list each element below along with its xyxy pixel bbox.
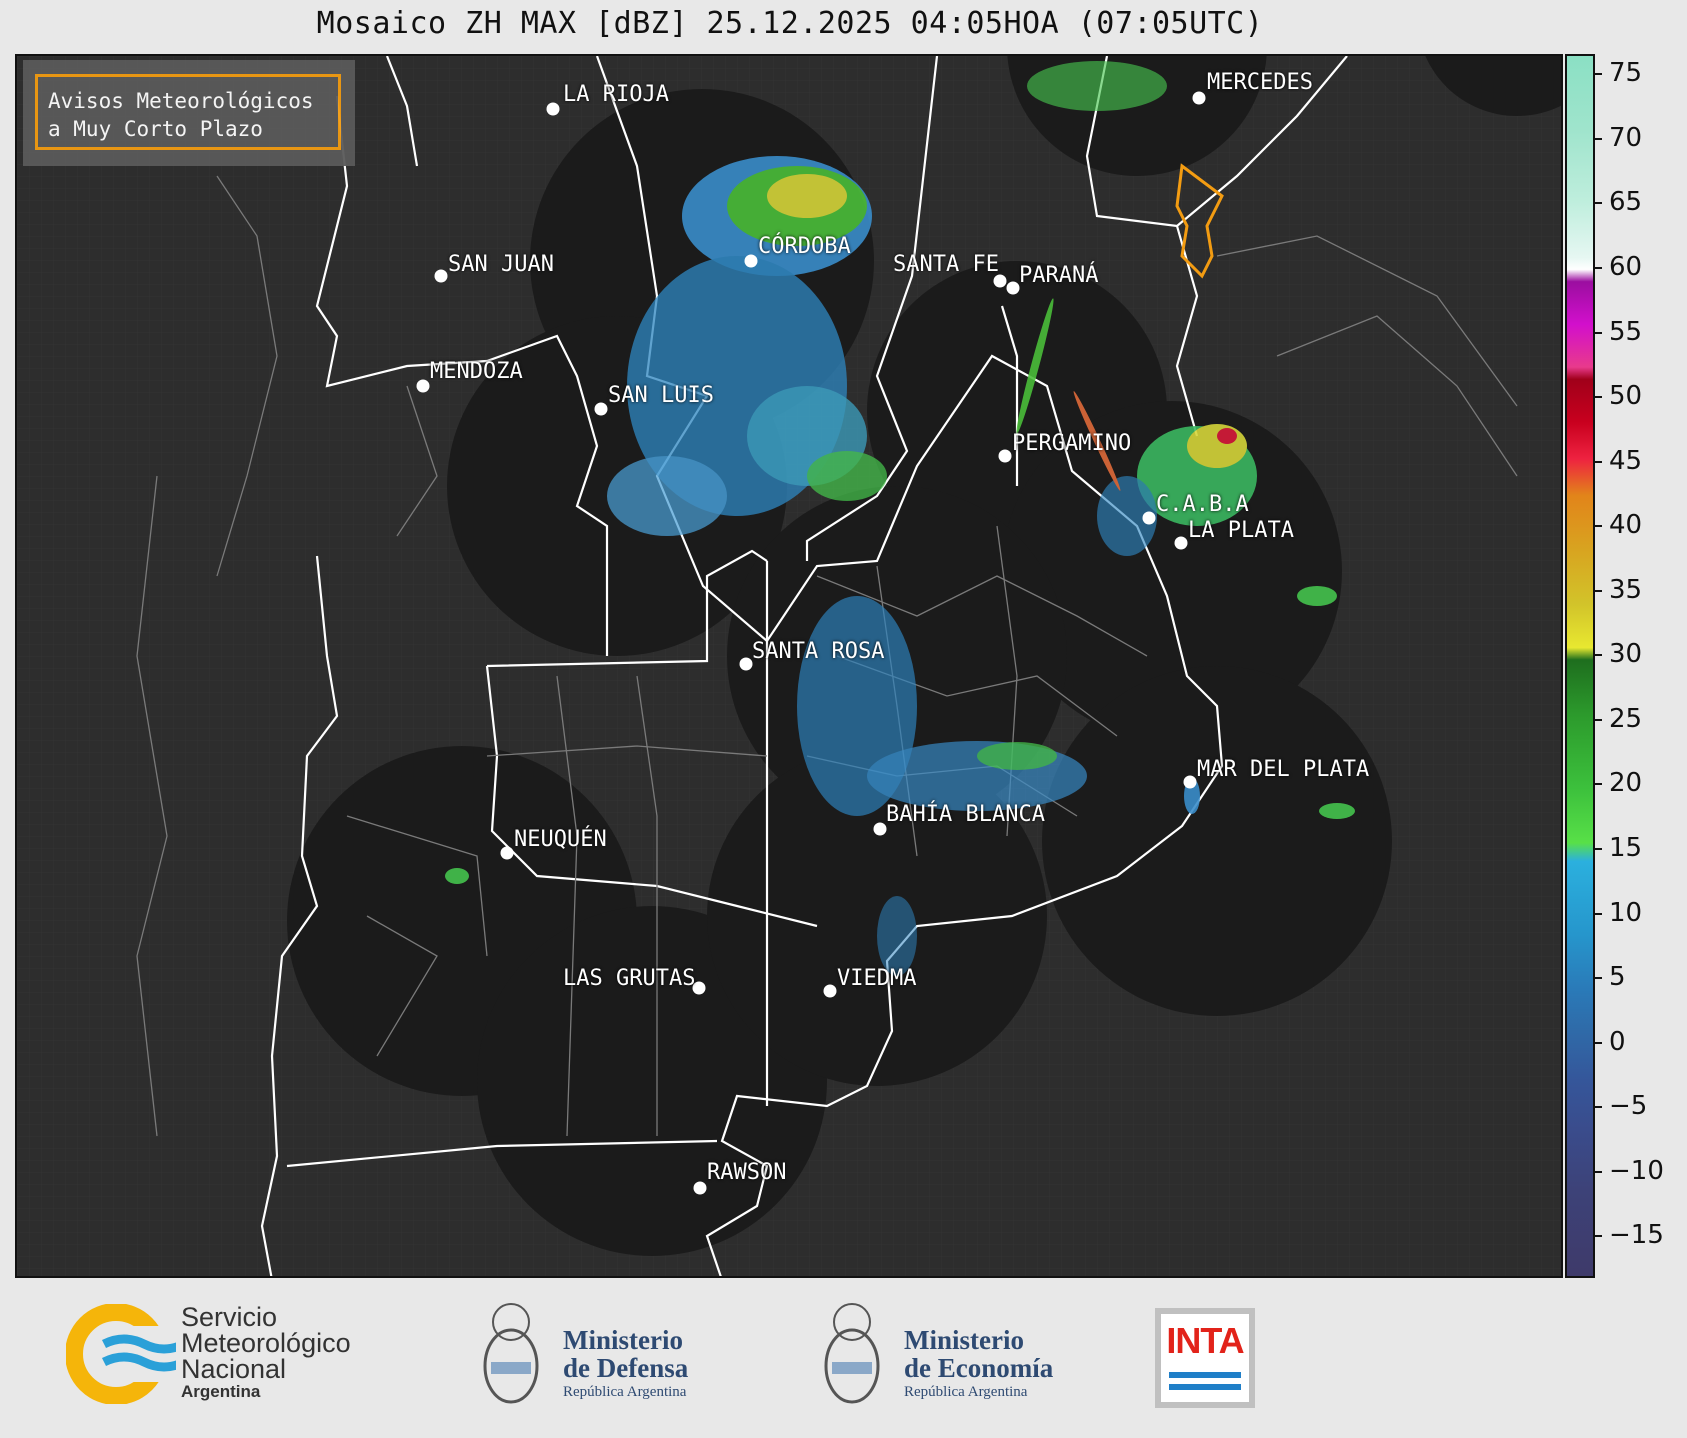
- colorbar-tick-label: −10: [1595, 1156, 1664, 1186]
- city-label-rawson: RAWSON: [707, 1160, 787, 1185]
- map-title: Mosaico ZH MAX [dBZ] 25.12.2025 04:05HOA…: [316, 6, 1264, 41]
- colorbar-tick-label: 35: [1594, 575, 1642, 605]
- defensa-line1: Ministerio: [563, 1325, 683, 1355]
- city-marker-pergamino[interactable]: [998, 449, 1012, 463]
- city-marker-rawson[interactable]: [693, 1181, 707, 1195]
- inta-logo-text: INTA: [1166, 1320, 1244, 1361]
- city-marker-cordoba[interactable]: [744, 254, 758, 268]
- city-label-santa-rosa: SANTA ROSA: [752, 639, 885, 664]
- city-label-mercedes: MERCEDES: [1207, 70, 1313, 95]
- city-label-mendoza: MENDOZA: [430, 359, 523, 384]
- city-label-parana: PARANÁ: [1019, 263, 1099, 288]
- defensa-logo-text: Ministerio de Defensa República Argentin…: [563, 1326, 688, 1402]
- city-label-viedma: VIEDMA: [837, 966, 917, 991]
- warning-legend: Avisos Meteorológicos a Muy Corto Plazo: [23, 60, 355, 166]
- colorbar-tick-label: 30: [1594, 639, 1642, 669]
- colorbar-tick-label: 50: [1594, 381, 1642, 411]
- colorbar-tick-label: 75: [1594, 58, 1642, 88]
- radar-map[interactable]: Avisos Meteorológicos a Muy Corto Plazo …: [15, 54, 1563, 1278]
- colorbar-tick-label: 20: [1594, 768, 1642, 798]
- smn-logo-text: Servicio Meteorológico Nacional Argentin…: [181, 1304, 351, 1402]
- city-label-san-juan: SAN JUAN: [448, 252, 554, 277]
- city-marker-viedma[interactable]: [823, 984, 837, 998]
- city-marker-san-luis[interactable]: [594, 402, 608, 416]
- warning-legend-box: Avisos Meteorológicos a Muy Corto Plazo: [35, 74, 341, 150]
- colorbar-tick-label: 65: [1594, 187, 1642, 217]
- dbz-colorbar: [1565, 54, 1595, 1278]
- city-label-la-plata: LA PLATA: [1188, 518, 1294, 543]
- city-label-mar-del-plata: MAR DEL PLATA: [1197, 757, 1370, 782]
- colorbar-tick-label: −15: [1595, 1220, 1664, 1250]
- coat-of-arms-icon: [824, 1303, 880, 1404]
- colorbar-tick-label: 55: [1594, 317, 1642, 347]
- colorbar-tick-label: 70: [1594, 123, 1642, 153]
- economia-line3: República Argentina: [904, 1384, 1028, 1400]
- smn-line2: Meteorológico: [181, 1328, 351, 1358]
- city-label-las-grutas: LAS GRUTAS: [563, 966, 696, 991]
- footer-logos: Servicio Meteorológico Nacional Argentin…: [0, 1290, 1687, 1438]
- warning-legend-line1: Avisos Meteorológicos: [48, 89, 314, 113]
- colorbar-tick-label: 15: [1594, 833, 1642, 863]
- defensa-line2: de Defensa: [563, 1353, 689, 1383]
- city-marker-la-plata[interactable]: [1174, 536, 1188, 550]
- colorbar-tick-label: 25: [1594, 704, 1642, 734]
- colorbar-tick-label: 5: [1595, 962, 1626, 992]
- coat-of-arms-icon: [483, 1303, 539, 1404]
- economia-line1: Ministerio: [904, 1325, 1024, 1355]
- city-label-neuquen: NEUQUÉN: [514, 827, 607, 852]
- smn-line1: Servicio: [181, 1302, 278, 1332]
- city-marker-mar-del-plata[interactable]: [1183, 775, 1197, 789]
- smn-logo-icon: [66, 1304, 176, 1404]
- city-label-bahia-blanca: BAHÍA BLANCA: [886, 802, 1045, 827]
- city-label-la-rioja: LA RIOJA: [563, 82, 669, 107]
- city-label-cordoba: CÓRDOBA: [758, 234, 851, 259]
- colorbar-tick-label: 0: [1595, 1027, 1626, 1057]
- city-marker-mendoza[interactable]: [416, 379, 430, 393]
- city-label-santa-fe: SANTA FE: [893, 252, 999, 277]
- smn-line4: Argentina: [181, 1382, 261, 1401]
- inta-logo: INTA: [1155, 1308, 1255, 1408]
- city-marker-bahia-blanca[interactable]: [873, 822, 887, 836]
- city-marker-neuquen[interactable]: [500, 846, 514, 860]
- economia-logo-text: Ministerio de Economía República Argenti…: [904, 1326, 1053, 1402]
- colorbar-tick-label: 10: [1594, 898, 1642, 928]
- city-marker-san-juan[interactable]: [434, 269, 448, 283]
- city-label-caba: C.A.B.A: [1156, 492, 1249, 517]
- warning-legend-line2: a Muy Corto Plazo: [48, 117, 263, 141]
- city-marker-mercedes[interactable]: [1192, 91, 1206, 105]
- smn-line3: Nacional: [181, 1354, 287, 1384]
- city-label-pergamino: PERGAMINO: [1012, 431, 1132, 456]
- city-marker-parana[interactable]: [1006, 281, 1020, 295]
- colorbar-tick-label: 60: [1594, 252, 1642, 282]
- colorbar-tick-label: −5: [1594, 1091, 1647, 1121]
- economia-line2: de Economía: [904, 1353, 1054, 1383]
- colorbar-tick-label: 45: [1594, 446, 1642, 476]
- city-marker-santa-rosa[interactable]: [739, 657, 753, 671]
- defensa-line3: República Argentina: [563, 1384, 687, 1400]
- city-label-san-luis: SAN LUIS: [608, 383, 714, 408]
- colorbar-tick-label: 40: [1594, 510, 1642, 540]
- city-marker-la-rioja[interactable]: [546, 102, 560, 116]
- city-marker-caba[interactable]: [1142, 511, 1156, 525]
